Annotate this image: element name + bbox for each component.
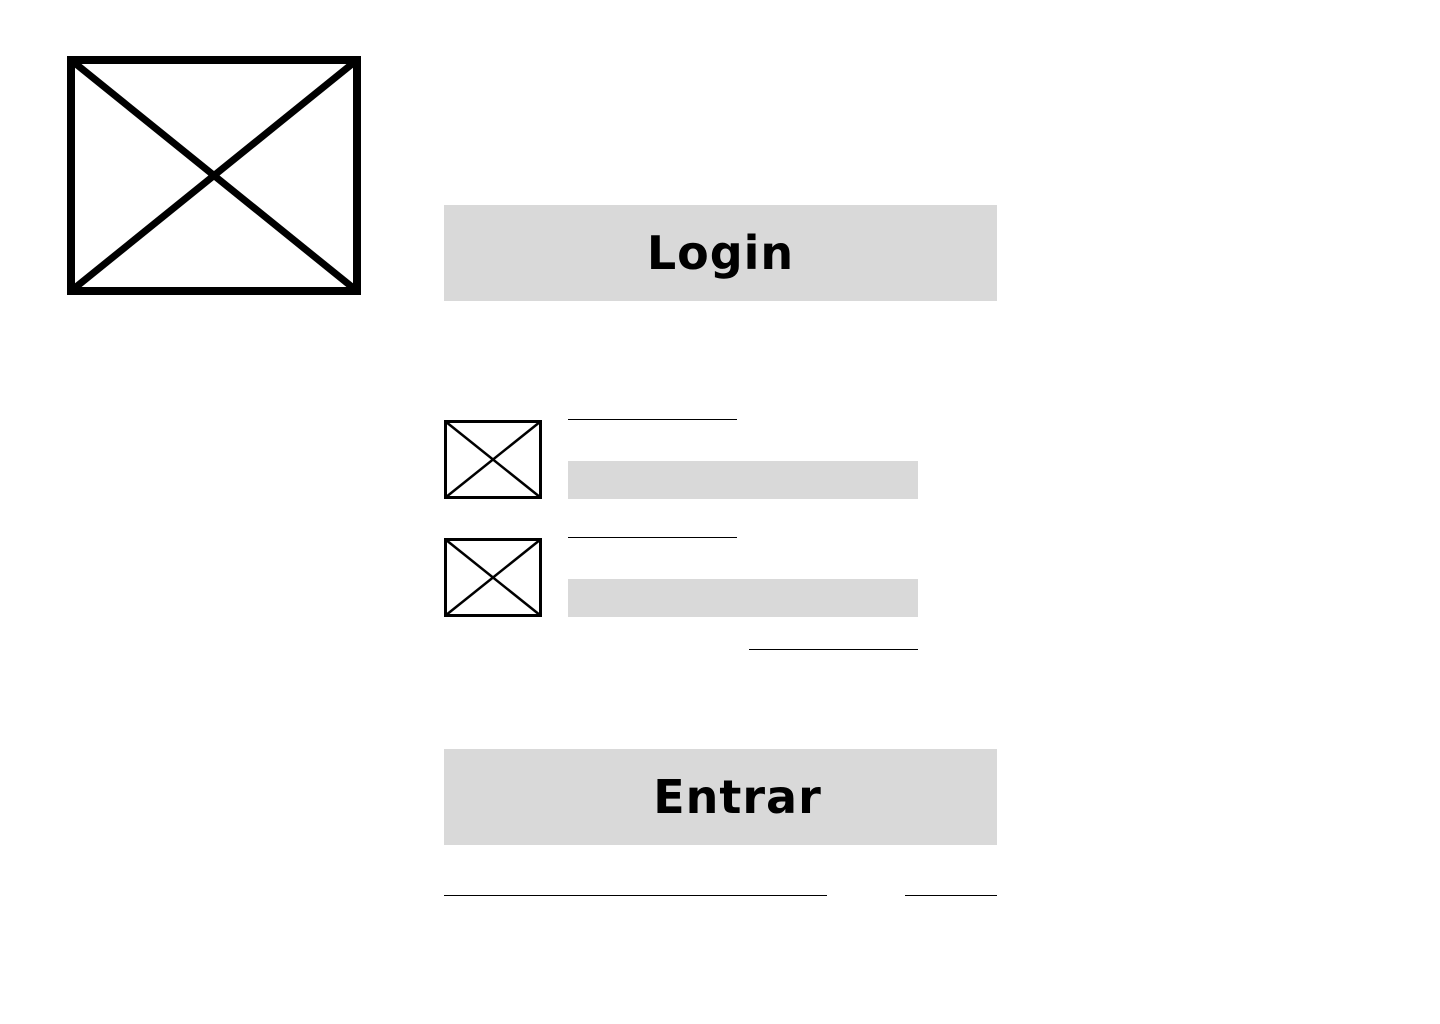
submit-button[interactable]: Entrar — [444, 749, 997, 845]
username-label-line — [568, 419, 737, 420]
password-image-placeholder-icon — [444, 538, 542, 617]
username-image-placeholder-icon — [444, 420, 542, 499]
submit-button-label: Entrar — [653, 770, 822, 824]
forgot-password-link[interactable] — [749, 649, 918, 650]
page-title: Login — [646, 226, 795, 280]
password-input[interactable] — [568, 579, 918, 617]
signup-link[interactable] — [444, 895, 827, 896]
password-label-line — [568, 537, 737, 538]
page-title-banner: Login — [444, 205, 997, 301]
username-input[interactable] — [568, 461, 918, 499]
logo-image-placeholder-icon — [67, 56, 361, 295]
help-link[interactable] — [905, 895, 997, 896]
